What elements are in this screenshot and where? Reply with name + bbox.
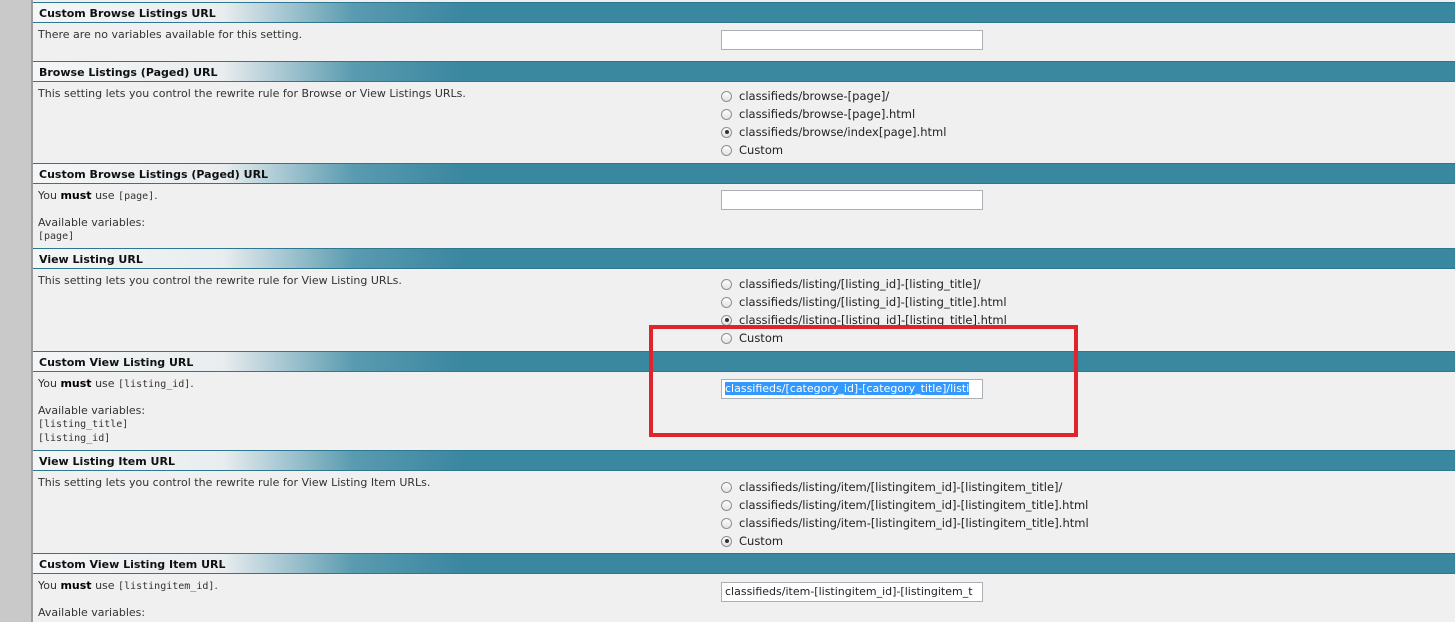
section-header: Custom Browse Listings (Paged) URL xyxy=(33,163,1455,184)
must-prefix: You xyxy=(38,189,61,202)
section-browse-listings-paged-url: Browse Listings (Paged) URL This setting… xyxy=(33,61,1455,163)
radio-label: classifieds/listing/item-[listingitem_id… xyxy=(739,516,1089,530)
must-mid: use xyxy=(91,377,119,390)
radio-label: Custom xyxy=(739,331,784,345)
radio-option[interactable]: classifieds/listing/item/[listingitem_id… xyxy=(721,478,1089,496)
setting-description: This setting lets you control the rewrit… xyxy=(38,274,402,287)
radio-label: classifieds/listing/item/[listingitem_id… xyxy=(739,498,1089,512)
radio-label: classifieds/browse/index[page].html xyxy=(739,125,947,139)
radio-button-icon[interactable] xyxy=(721,499,732,511)
radio-label: classifieds/browse-[page].html xyxy=(739,107,916,121)
must-word: must xyxy=(60,579,92,592)
must-prefix: You xyxy=(38,377,61,390)
settings-panel: Custom Browse Listings URL There are no … xyxy=(33,0,1455,622)
radio-button-icon[interactable] xyxy=(721,481,732,493)
required-variable: [page] xyxy=(118,191,155,202)
custom-view-listing-item-url-input[interactable]: classifieds/item-[listingitem_id]-[listi… xyxy=(721,582,983,602)
radio-group: classifieds/listing/[listing_id]-[listin… xyxy=(721,275,1007,347)
left-sidebar-edge xyxy=(0,0,33,622)
must-mid: use xyxy=(91,579,119,592)
must-suffix: . xyxy=(154,189,158,202)
required-variable: [listingitem_id] xyxy=(118,581,215,592)
radio-button-icon[interactable] xyxy=(721,90,732,102)
radio-group: classifieds/browse-[page]/ classifieds/br… xyxy=(721,87,946,159)
radio-option[interactable]: Custom xyxy=(721,141,946,159)
radio-button-icon[interactable] xyxy=(721,535,732,547)
variable-item: [page] xyxy=(38,231,75,242)
must-word: must xyxy=(60,377,92,390)
radio-option[interactable]: classifieds/browse-[page]/ xyxy=(721,87,946,105)
radio-group: classifieds/listing/item/[listingitem_id… xyxy=(721,478,1089,550)
setting-description: There are no variables available for thi… xyxy=(38,28,303,41)
section-header: Browse Listings (Paged) URL xyxy=(33,61,1455,82)
section-custom-browse-listings-url: Custom Browse Listings URL There are no … xyxy=(33,2,1455,61)
setting-description: You must use [page]. Available variables… xyxy=(38,189,678,244)
setting-description: You must use [listingitem_id]. Available… xyxy=(38,579,678,620)
section-header: Custom View Listing URL xyxy=(33,351,1455,372)
section-header: Custom View Listing Item URL xyxy=(33,553,1455,574)
selected-text: classifieds/[category_id]-[category_titl… xyxy=(725,382,970,395)
variable-item: [listing_id] xyxy=(38,433,111,444)
section-header: View Listing Item URL xyxy=(33,450,1455,471)
custom-browse-listings-paged-url-input[interactable] xyxy=(721,190,983,210)
required-variable: [listing_id] xyxy=(118,379,191,390)
variable-item: [listing_title] xyxy=(38,419,129,430)
radio-button-icon[interactable] xyxy=(721,144,732,156)
setting-description: This setting lets you control the rewrit… xyxy=(38,87,466,100)
section-view-listing-item-url: View Listing Item URL This setting lets … xyxy=(33,450,1455,553)
must-prefix: You xyxy=(38,579,61,592)
section-custom-view-listing-item-url: Custom View Listing Item URL You must us… xyxy=(33,553,1455,622)
available-variables-label: Available variables: xyxy=(38,404,146,417)
radio-option[interactable]: Custom xyxy=(721,329,1007,347)
setting-description: This setting lets you control the rewrit… xyxy=(38,476,431,489)
radio-button-icon[interactable] xyxy=(721,314,732,326)
radio-label: classifieds/listing/[listing_id]-[listin… xyxy=(739,295,1007,309)
radio-button-icon[interactable] xyxy=(721,296,732,308)
available-variables-label: Available variables: xyxy=(38,216,146,229)
radio-option[interactable]: classifieds/listing-[listing_id]-[listin… xyxy=(721,311,1007,329)
radio-option[interactable]: classifieds/listing/item/[listingitem_id… xyxy=(721,496,1089,514)
radio-button-icon[interactable] xyxy=(721,108,732,120)
radio-label: classifieds/listing/[listing_id]-[listin… xyxy=(739,277,981,291)
custom-view-listing-url-input[interactable]: classifieds/[category_id]-[category_titl… xyxy=(721,379,983,399)
radio-label: classifieds/browse-[page]/ xyxy=(739,89,890,103)
radio-option[interactable]: classifieds/browse-[page].html xyxy=(721,105,946,123)
radio-button-icon[interactable] xyxy=(721,332,732,344)
radio-button-icon[interactable] xyxy=(721,126,732,138)
must-mid: use xyxy=(91,189,119,202)
radio-label: classifieds/listing-[listing_id]-[listin… xyxy=(739,313,1007,327)
section-custom-browse-listings-paged-url: Custom Browse Listings (Paged) URL You m… xyxy=(33,163,1455,248)
radio-label: classifieds/listing/item/[listingitem_id… xyxy=(739,480,1063,494)
must-suffix: . xyxy=(190,377,194,390)
section-header: View Listing URL xyxy=(33,248,1455,269)
radio-button-icon[interactable] xyxy=(721,517,732,529)
setting-description: You must use [listing_id]. Available var… xyxy=(38,377,678,446)
section-header: Custom Browse Listings URL xyxy=(33,2,1455,23)
radio-option[interactable]: classifieds/browse/index[page].html xyxy=(721,123,946,141)
radio-label: Custom xyxy=(739,534,784,548)
custom-browse-listings-url-input[interactable] xyxy=(721,30,983,50)
must-suffix: . xyxy=(214,579,218,592)
must-word: must xyxy=(60,189,92,202)
radio-option[interactable]: classifieds/listing/[listing_id]-[listin… xyxy=(721,293,1007,311)
section-view-listing-url: View Listing URL This setting lets you c… xyxy=(33,248,1455,351)
section-custom-view-listing-url: Custom View Listing URL You must use [li… xyxy=(33,351,1455,452)
available-variables-label: Available variables: xyxy=(38,606,146,619)
radio-label: Custom xyxy=(739,143,784,157)
radio-button-icon[interactable] xyxy=(721,278,732,290)
radio-option[interactable]: classifieds/listing/item-[listingitem_id… xyxy=(721,514,1089,532)
radio-option[interactable]: classifieds/listing/[listing_id]-[listin… xyxy=(721,275,1007,293)
radio-option[interactable]: Custom xyxy=(721,532,1089,550)
